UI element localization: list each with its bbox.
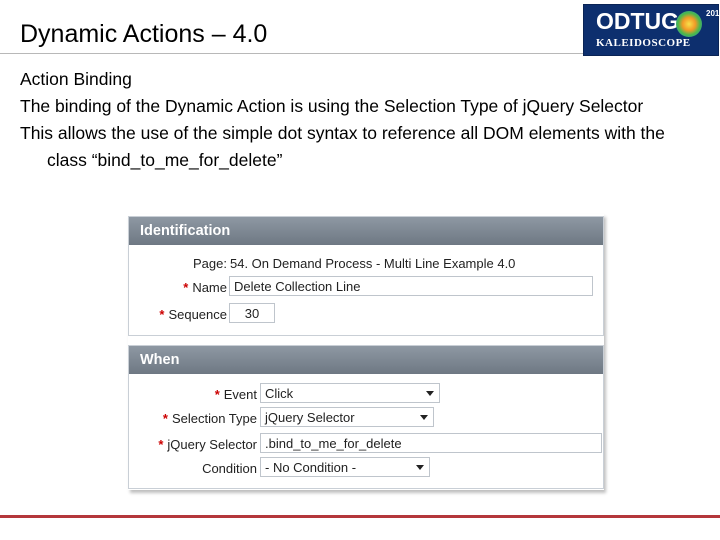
footer-rule bbox=[0, 515, 720, 518]
bullet-item: Action Binding bbox=[20, 69, 132, 89]
logo-year: 2010 bbox=[706, 9, 720, 18]
selection-type-label-text: Selection Type bbox=[171, 411, 257, 426]
chevron-down-icon bbox=[426, 391, 434, 396]
logo-subtitle: KALEIDOSCOPE bbox=[596, 37, 691, 49]
condition-label: Condition bbox=[202, 461, 257, 476]
name-label: * Name bbox=[183, 280, 227, 295]
page-label: Page: bbox=[193, 256, 227, 271]
condition-row: Condition - No Condition - bbox=[129, 457, 603, 479]
event-label-text: Event bbox=[223, 387, 257, 402]
slide-title: Dynamic Actions – 4.0 bbox=[20, 20, 268, 48]
selection-type-label: * Selection Type bbox=[163, 411, 257, 426]
bullet-list: Action Binding The binding of the Dynami… bbox=[20, 66, 700, 174]
sequence-label-text: Sequence bbox=[168, 307, 227, 322]
required-marker: * bbox=[159, 307, 165, 322]
name-input[interactable]: Delete Collection Line bbox=[229, 276, 593, 296]
selection-type-row: * Selection Type jQuery Selector bbox=[129, 407, 603, 429]
logo-wordmark: ODTUG bbox=[596, 8, 680, 34]
required-marker: * bbox=[162, 411, 168, 426]
required-marker: * bbox=[158, 437, 164, 452]
title-divider bbox=[0, 53, 590, 54]
identification-region: Identification Page: 54. On Demand Proce… bbox=[128, 216, 604, 336]
chevron-down-icon bbox=[420, 415, 428, 420]
jquery-selector-row: * jQuery Selector .bind_to_me_for_delete bbox=[129, 433, 603, 455]
page-value: 54. On Demand Process - Multi Line Examp… bbox=[230, 256, 516, 271]
jquery-selector-label-text: jQuery Selector bbox=[167, 437, 257, 452]
page-row: Page: 54. On Demand Process - Multi Line… bbox=[129, 252, 603, 274]
sequence-label: * Sequence bbox=[159, 307, 227, 322]
identification-heading: Identification bbox=[129, 217, 603, 245]
sequence-input[interactable]: 30 bbox=[229, 303, 275, 323]
event-select[interactable]: Click bbox=[260, 383, 440, 403]
name-label-text: Name bbox=[192, 280, 227, 295]
jquery-selector-label: * jQuery Selector bbox=[158, 437, 257, 452]
when-region: When * Event Click * Selection Type jQuery… bbox=[128, 345, 604, 489]
event-value: Click bbox=[265, 386, 294, 401]
event-row: * Event Click bbox=[129, 383, 603, 405]
kaleidoscope-burst-icon bbox=[676, 11, 702, 37]
selection-type-value: jQuery Selector bbox=[265, 410, 355, 425]
required-marker: * bbox=[183, 280, 189, 295]
when-heading: When bbox=[129, 346, 603, 374]
bullet-item: The binding of the Dynamic Action is usi… bbox=[20, 96, 644, 116]
odtug-kaleidoscope-logo: ODTUG KALEIDOSCOPE 2010 bbox=[583, 4, 720, 56]
name-row: * Name Delete Collection Line bbox=[129, 276, 603, 298]
jquery-selector-input[interactable]: .bind_to_me_for_delete bbox=[260, 433, 602, 453]
event-label: * Event bbox=[215, 387, 257, 402]
required-marker: * bbox=[214, 387, 220, 402]
bullet-item: This allows the use of the simple dot sy… bbox=[20, 123, 665, 170]
condition-value: - No Condition - bbox=[265, 460, 357, 475]
selection-type-select[interactable]: jQuery Selector bbox=[260, 407, 434, 427]
condition-select[interactable]: - No Condition - bbox=[260, 457, 430, 477]
apex-screenshot: Identification Page: 54. On Demand Proce… bbox=[128, 214, 604, 490]
sequence-row: * Sequence 30 bbox=[129, 303, 603, 325]
chevron-down-icon bbox=[416, 465, 424, 470]
